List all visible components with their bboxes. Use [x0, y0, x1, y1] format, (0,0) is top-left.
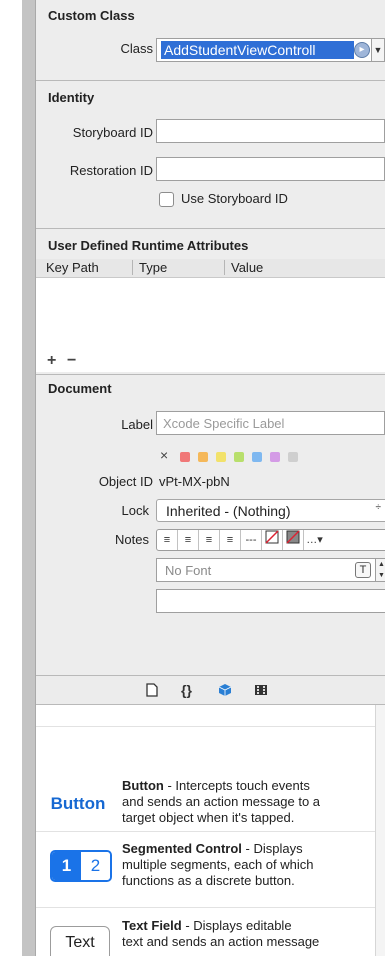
storyboard-id-field[interactable]: [156, 119, 385, 143]
segmented-control-preview: 1 2: [50, 850, 112, 882]
library-item-text-field-description: Text Field - Displays editable text and …: [122, 918, 319, 950]
section-divider: [36, 80, 385, 81]
label-color-gray[interactable]: [288, 452, 298, 462]
custom-class-title: Custom Class: [48, 8, 135, 23]
notes-text-area[interactable]: [156, 589, 385, 613]
label-color-purple[interactable]: [270, 452, 280, 462]
library-tab-bar: {}: [36, 675, 385, 705]
identity-title: Identity: [48, 90, 95, 105]
label-color-orange[interactable]: [198, 452, 208, 462]
object-library-icon[interactable]: [218, 683, 232, 700]
no-color-icon[interactable]: [262, 530, 283, 550]
document-label-field[interactable]: [156, 411, 385, 435]
restoration-id-label: Restoration ID: [69, 163, 153, 178]
notes-font-field[interactable]: No Font T ▲ ▼: [156, 558, 385, 582]
button-preview: Button: [50, 794, 106, 813]
description-line: text and sends an action message: [122, 934, 320, 949]
description-line: multiple segments, each of which: [122, 857, 314, 872]
segment-2: 2: [81, 852, 110, 880]
lock-popup[interactable]: Inherited - (Nothing) ÷: [156, 499, 385, 522]
column-header-type[interactable]: Type: [132, 260, 167, 275]
library-item-name: Button: [122, 778, 164, 793]
column-header-key-path[interactable]: Key Path: [46, 260, 99, 275]
library-item-segmented-description: Segmented Control - Displays multiple se…: [122, 841, 313, 889]
section-divider: [36, 374, 385, 375]
no-background-icon[interactable]: [283, 530, 304, 550]
storyboard-id-input[interactable]: [157, 120, 384, 142]
left-gap: [0, 0, 22, 956]
document-title: Document: [48, 381, 112, 396]
runtime-attributes-table[interactable]: [36, 278, 385, 372]
font-picker-icon[interactable]: T: [355, 562, 371, 578]
line-spacing-icon[interactable]: ---: [241, 530, 262, 550]
description-line: - Intercepts touch events: [163, 778, 310, 793]
file-template-icon[interactable]: [146, 683, 158, 700]
class-value[interactable]: AddStudentViewControll: [161, 41, 354, 59]
add-attribute-button[interactable]: +: [47, 352, 56, 370]
section-divider: [36, 228, 385, 229]
description-line: functions as a discrete button.: [122, 873, 295, 888]
panel-splitter[interactable]: [22, 0, 36, 956]
lock-value: Inherited - (Nothing): [166, 503, 291, 519]
object-id-value: vPt-MX-pbN: [159, 474, 230, 489]
restoration-id-field[interactable]: [156, 157, 385, 181]
font-size-stepper[interactable]: ▲ ▼: [375, 559, 385, 581]
use-storyboard-id-checkbox[interactable]: [159, 192, 174, 207]
popup-arrows-icon: ÷: [375, 502, 382, 513]
library-item-name: Text Field: [122, 918, 182, 933]
description-line: - Displays: [241, 841, 303, 856]
column-header-value[interactable]: Value: [224, 260, 263, 275]
utilities-panel: Custom Class Class AddStudentViewControl…: [36, 0, 385, 956]
storyboard-id-label: Storyboard ID: [72, 125, 153, 140]
runtime-attributes-title: User Defined Runtime Attributes: [48, 238, 249, 253]
library-item-button-description: Button - Intercepts touch events and sen…: [122, 778, 320, 826]
segment-1: 1: [52, 852, 81, 880]
description-line: - Displays editable: [181, 918, 292, 933]
text-field-preview: Text: [50, 926, 110, 956]
description-line: target object when it's tapped.: [122, 810, 295, 825]
label-color-red[interactable]: [180, 452, 190, 462]
use-storyboard-id-label[interactable]: Use Storyboard ID: [181, 191, 288, 206]
class-label: Class: [120, 41, 153, 56]
remove-attribute-button[interactable]: −: [67, 352, 76, 370]
notes-label: Notes: [115, 532, 149, 547]
runtime-attributes-header: Key Path Type Value: [36, 259, 385, 278]
media-library-icon[interactable]: [254, 683, 268, 700]
label-color-green[interactable]: [234, 452, 244, 462]
list-item: [36, 705, 375, 727]
notes-font-placeholder: No Font: [165, 563, 212, 578]
align-right-icon[interactable]: ≡: [199, 530, 220, 550]
description-line: and sends an action message to a: [122, 794, 321, 809]
notes-toolbar: ≡ ≡ ≡ ≡ --- …▾: [156, 529, 385, 551]
align-center-icon[interactable]: ≡: [178, 530, 199, 550]
library-item-name: Segmented Control: [122, 841, 242, 856]
library-scrollbar[interactable]: [375, 705, 385, 956]
more-options-icon[interactable]: …▾: [304, 530, 325, 550]
chevron-down-icon[interactable]: ▼: [371, 39, 384, 61]
clear-label-color-icon[interactable]: ×: [160, 447, 168, 463]
code-snippet-icon[interactable]: {}: [181, 682, 192, 698]
navigate-arrow-icon[interactable]: ▸: [354, 42, 370, 58]
restoration-id-input[interactable]: [157, 158, 384, 180]
align-justify-icon[interactable]: ≡: [220, 530, 241, 550]
object-id-label: Object ID: [98, 474, 153, 489]
lock-label: Lock: [121, 503, 149, 518]
label-color-blue[interactable]: [252, 452, 262, 462]
label-color-yellow[interactable]: [216, 452, 226, 462]
class-combo-box[interactable]: AddStudentViewControll ▸ ▼: [156, 38, 385, 62]
label-label: Label: [121, 417, 153, 432]
document-label-input[interactable]: [157, 412, 384, 434]
align-left-icon[interactable]: ≡: [157, 530, 178, 550]
